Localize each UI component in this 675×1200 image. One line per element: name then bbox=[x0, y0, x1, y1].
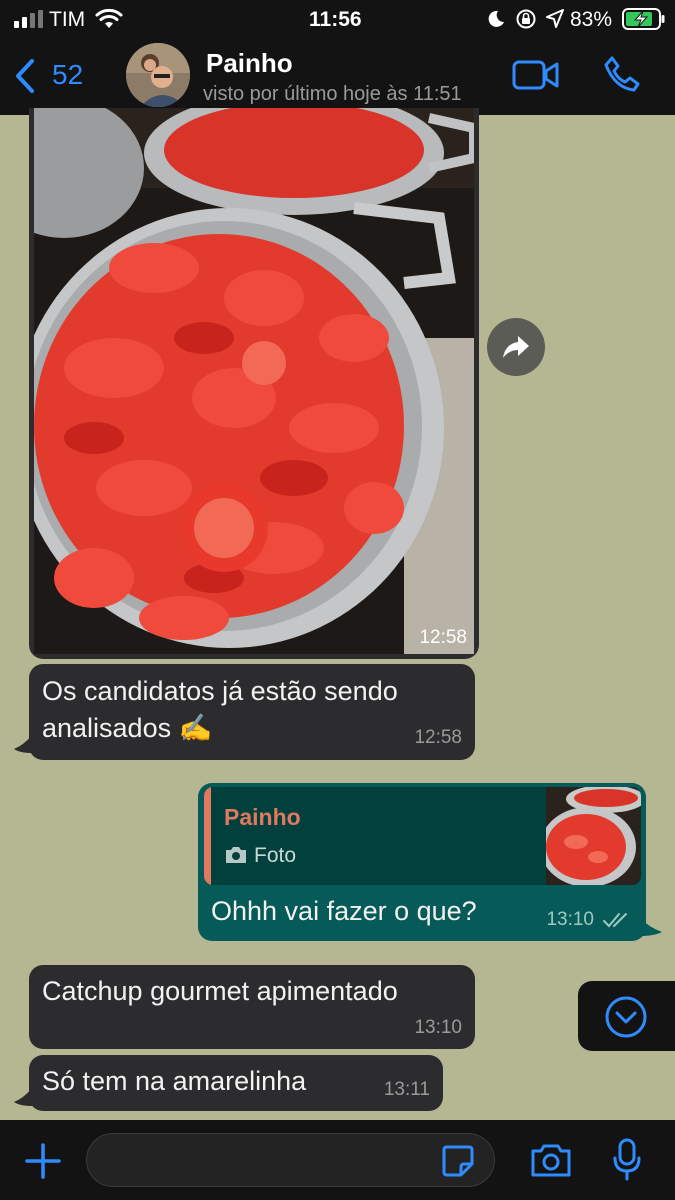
quoted-label: Foto bbox=[254, 844, 297, 867]
back-unread-count[interactable]: 52 bbox=[52, 59, 83, 91]
battery-percent: 83% bbox=[570, 8, 613, 31]
back-chevron-icon[interactable] bbox=[14, 58, 36, 94]
message-text: Os candidatos já estão sendo analisados … bbox=[42, 676, 398, 743]
read-receipt-icon bbox=[603, 913, 627, 928]
orientation-lock-icon bbox=[516, 9, 536, 29]
message-time: 13:10 bbox=[414, 1017, 462, 1038]
contact-name[interactable]: Painho bbox=[206, 48, 293, 79]
carrier-name: TIM bbox=[49, 8, 86, 31]
message-time: 12:58 bbox=[414, 727, 462, 748]
moon-icon bbox=[488, 10, 504, 27]
quote-bar bbox=[204, 787, 211, 885]
message-time: 13:11 bbox=[383, 1079, 430, 1100]
chat-header: 52 Painho visto por último hoje às 11:51 bbox=[0, 38, 675, 115]
location-icon bbox=[546, 9, 564, 28]
status-bar: TIM 11:56 83% bbox=[0, 0, 675, 38]
message-text: Ohhh vai fazer o que? bbox=[211, 896, 477, 926]
incoming-message[interactable]: Os candidatos já estão sendo analisados … bbox=[29, 664, 475, 760]
sticker-icon[interactable] bbox=[441, 1144, 475, 1178]
battery-icon bbox=[622, 8, 665, 30]
message-time: 12:58 bbox=[419, 627, 467, 648]
bubble-tail bbox=[640, 918, 662, 936]
tomato-photo bbox=[34, 108, 474, 654]
forward-arrow-icon bbox=[503, 336, 529, 358]
wifi-icon bbox=[95, 8, 123, 28]
phone-icon[interactable] bbox=[603, 55, 641, 93]
message-text-field[interactable] bbox=[103, 1144, 433, 1176]
plus-icon[interactable] bbox=[24, 1142, 62, 1180]
clock: 11:56 bbox=[309, 8, 362, 31]
incoming-message[interactable]: Catchup gourmet apimentado 13:10 bbox=[29, 965, 475, 1049]
bubble-tail bbox=[14, 735, 32, 753]
message-text: Só tem na amarelinha bbox=[42, 1066, 307, 1096]
chevron-down-circle-icon bbox=[605, 996, 647, 1038]
incoming-message[interactable]: Só tem na amarelinha 13:11 bbox=[29, 1055, 443, 1111]
quoted-sender: Painho bbox=[224, 804, 301, 830]
last-seen-status: visto por último hoje às 11:51 bbox=[203, 83, 462, 105]
outgoing-reply-message[interactable]: Painho Foto Ohhh vai fazer o que? 13:10 bbox=[198, 783, 646, 941]
avatar[interactable] bbox=[126, 43, 190, 107]
bubble-tail bbox=[14, 1088, 32, 1106]
image-message[interactable]: 12:58 bbox=[29, 108, 479, 659]
camera-icon bbox=[226, 847, 246, 863]
quoted-thumbnail bbox=[546, 787, 641, 885]
avatar-photo bbox=[126, 43, 190, 107]
message-text: Catchup gourmet apimentado bbox=[42, 976, 398, 1006]
video-call-icon[interactable] bbox=[512, 59, 560, 91]
signal-icon bbox=[14, 10, 43, 28]
message-time: 13:10 bbox=[546, 909, 594, 930]
microphone-icon[interactable] bbox=[612, 1138, 642, 1182]
message-input[interactable] bbox=[86, 1133, 495, 1187]
scroll-to-bottom-button[interactable] bbox=[578, 981, 675, 1051]
forward-button[interactable] bbox=[487, 318, 545, 376]
camera-icon[interactable] bbox=[530, 1142, 572, 1178]
quoted-message[interactable]: Painho Foto bbox=[204, 787, 641, 885]
